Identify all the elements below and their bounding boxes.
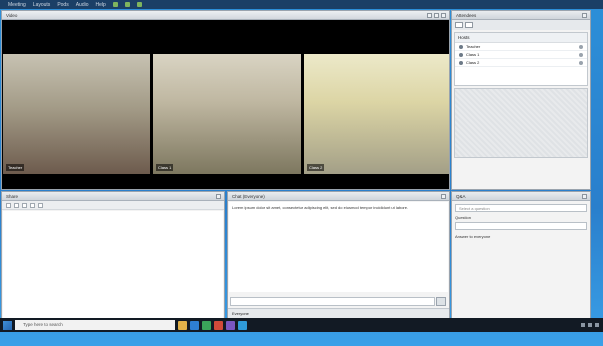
windows-start-icon[interactable] bbox=[3, 320, 12, 330]
status-icon bbox=[579, 60, 583, 65]
share-canvas[interactable] bbox=[3, 211, 223, 319]
speaker-icon[interactable] bbox=[136, 2, 142, 7]
text-icon[interactable] bbox=[22, 203, 27, 208]
menu-icon[interactable] bbox=[441, 194, 446, 199]
share-pod-controls bbox=[216, 194, 221, 199]
app-icon[interactable] bbox=[238, 320, 247, 330]
chat-pod-controls bbox=[441, 194, 446, 199]
edge-browser-icon[interactable] bbox=[190, 320, 199, 330]
chat-input[interactable] bbox=[230, 297, 435, 306]
pointer-icon[interactable] bbox=[6, 203, 11, 208]
attendees-pod-title-text: Attendees bbox=[456, 13, 477, 18]
share-pod-title: Share bbox=[2, 192, 224, 201]
app-icon[interactable] bbox=[226, 320, 235, 330]
question-field[interactable] bbox=[455, 222, 587, 230]
video-tile-name: Class 1 bbox=[156, 164, 174, 171]
menu-item-layouts[interactable]: Layouts bbox=[33, 2, 51, 8]
qa-pod: Q&A Select a question Question Answer to… bbox=[451, 191, 591, 319]
video-pod-title: Video bbox=[2, 11, 449, 20]
video-tile[interactable]: Class 2 bbox=[304, 54, 449, 174]
attendees-pod-controls bbox=[582, 13, 587, 18]
microphone-icon[interactable] bbox=[112, 2, 118, 7]
attendees-pod-title: Attendees bbox=[452, 11, 590, 20]
question-label: Question bbox=[455, 215, 472, 220]
attendees-toolbar bbox=[452, 20, 590, 30]
video-tile[interactable]: Class 1 bbox=[153, 54, 301, 174]
grid-icon[interactable] bbox=[427, 13, 432, 18]
taskbar: Type here to search bbox=[0, 318, 603, 332]
menu-item-audio[interactable]: Audio bbox=[76, 2, 89, 8]
attendees-pod: Attendees Hosts Teacher Class 1 Class 2 bbox=[451, 10, 591, 190]
qa-pod-title-text: Q&A bbox=[456, 194, 466, 199]
system-tray bbox=[581, 323, 603, 327]
share-pod-title-text: Share bbox=[6, 194, 19, 199]
video-tile-name: Class 2 bbox=[307, 164, 325, 171]
fullscreen-icon[interactable] bbox=[434, 13, 439, 18]
chat-pod: Chat (Everyone) Lorem ipsum dolor sit am… bbox=[227, 191, 450, 319]
attendee-list: Hosts Teacher Class 1 Class 2 bbox=[454, 32, 588, 86]
chat-pod-title-text: Chat (Everyone) bbox=[232, 194, 265, 199]
attendee-empty-area bbox=[454, 88, 588, 158]
draw-icon[interactable] bbox=[14, 203, 19, 208]
qa-pod-title: Q&A bbox=[452, 192, 590, 201]
chat-recipient[interactable]: Everyone bbox=[228, 308, 449, 318]
video-pod-title-text: Video bbox=[6, 13, 18, 18]
meeting-menubar: Meeting Layouts Pods Audio Help bbox=[0, 0, 603, 9]
attendee-name: Class 1 bbox=[466, 52, 480, 57]
user-icon bbox=[459, 60, 463, 65]
video-strip: Teacher Class 1 Class 2 bbox=[3, 54, 449, 174]
attendee-name: Class 2 bbox=[466, 60, 480, 65]
list-view-icon[interactable] bbox=[455, 22, 463, 28]
video-pod: Video Teacher Class 1 Class 2 bbox=[1, 10, 450, 190]
menu-icon[interactable] bbox=[216, 194, 221, 199]
camera-icon[interactable] bbox=[124, 2, 130, 7]
menu-item-help[interactable]: Help bbox=[96, 2, 106, 8]
taskbar-search-input[interactable]: Type here to search bbox=[15, 320, 175, 330]
status-icon bbox=[579, 44, 583, 49]
zoom-icon[interactable] bbox=[38, 203, 43, 208]
menu-icon[interactable] bbox=[582, 13, 587, 18]
chat-pod-title: Chat (Everyone) bbox=[228, 192, 449, 201]
share-toolbar bbox=[2, 201, 224, 210]
user-icon bbox=[459, 52, 463, 57]
app-icon[interactable] bbox=[214, 320, 223, 330]
battery-icon[interactable] bbox=[595, 323, 599, 327]
attendee-name: Teacher bbox=[466, 44, 481, 49]
menu-icon[interactable] bbox=[441, 13, 446, 18]
shape-icon[interactable] bbox=[30, 203, 35, 208]
file-explorer-icon[interactable] bbox=[178, 320, 187, 330]
answer-note: Answer to everyone bbox=[455, 234, 491, 239]
network-icon[interactable] bbox=[581, 323, 585, 327]
list-item[interactable]: Class 2 bbox=[455, 59, 587, 67]
menu-item-pods[interactable]: Pods bbox=[57, 2, 68, 8]
video-tile-name: Teacher bbox=[6, 164, 25, 171]
status-icon bbox=[579, 52, 583, 57]
user-icon bbox=[459, 44, 463, 49]
qa-pod-controls bbox=[582, 194, 587, 199]
list-item[interactable]: Class 1 bbox=[455, 51, 587, 59]
attendee-group-label[interactable]: Hosts bbox=[455, 33, 587, 43]
menu-icon[interactable] bbox=[582, 194, 587, 199]
video-pod-controls bbox=[427, 13, 446, 18]
menu-item-meeting[interactable]: Meeting bbox=[8, 2, 26, 8]
question-select[interactable]: Select a question bbox=[455, 204, 587, 212]
app-icon[interactable] bbox=[202, 320, 211, 330]
video-tile[interactable]: Teacher bbox=[3, 54, 150, 174]
volume-icon[interactable] bbox=[588, 323, 592, 327]
chat-messages: Lorem ipsum dolor sit amet, consectetur … bbox=[229, 202, 448, 292]
share-pod: Share bbox=[1, 191, 225, 319]
chat-message: Lorem ipsum dolor sit amet, consectetur … bbox=[232, 205, 409, 210]
status-icon[interactable] bbox=[465, 22, 473, 28]
send-button[interactable] bbox=[436, 297, 446, 306]
list-item[interactable]: Teacher bbox=[455, 43, 587, 51]
